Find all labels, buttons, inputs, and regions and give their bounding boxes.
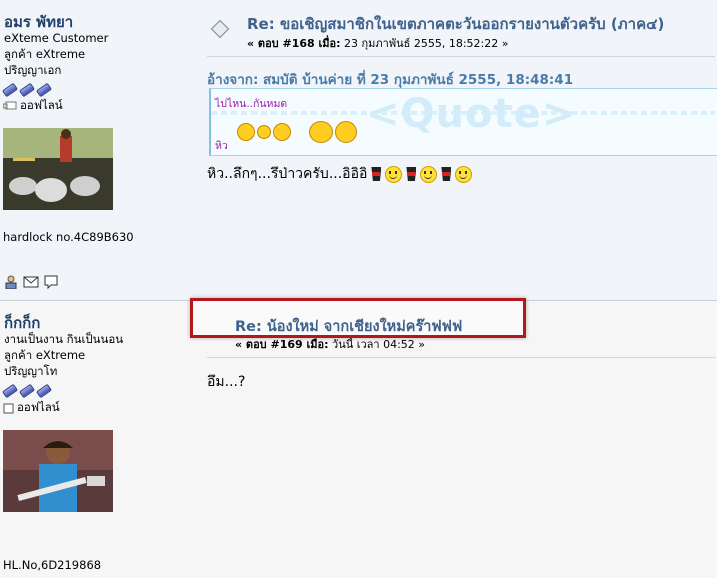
smiley-emoticon-icon [420,165,438,183]
online-status-label: ออฟไลน์ [17,400,60,414]
toast-emoticon-icon [335,121,357,143]
beer-emoticon-icon [257,125,271,139]
avatar [3,128,113,210]
cheers-emoticon-icon [273,123,291,141]
poster-group: ลูกค้า eXtreme [4,348,86,362]
poster-title: งานเป็นงาน กินเป็นนอน [4,332,124,346]
offline-icon [3,101,17,110]
message-text: อึม...? [207,374,246,390]
avatar [3,430,113,512]
email-icon[interactable] [23,275,39,289]
quote-text-line2: หิว [215,140,228,152]
quote-block: <Quote> ไปไหน..กันหมด หิว [209,88,717,156]
cheers-emoticon-icon [237,123,255,141]
online-status: ออฟไลน์ [3,97,63,115]
pepsi-emoticon-icon [406,167,417,181]
pepsi-emoticon-icon [441,167,452,181]
poster-action-icons [4,275,58,289]
pepsi-emoticon-icon [371,167,382,181]
quote-watermark: <Quote> [366,91,577,137]
divider [207,357,715,358]
rank-star-icon [35,82,53,98]
profile-icon[interactable] [4,275,18,289]
quote-emoticons [237,121,357,143]
highlighted-subject-box: Re: น้องใหม่ จากเชียงใหม่คร๊าฟฟฟ [190,298,526,338]
quote-text-line1: ไปไหน..กันหมด [215,98,288,110]
rank-star-icon [1,383,19,399]
rank-star-icon [18,383,36,399]
topic-icon [210,19,230,39]
poster-rank: ปริญญาเอก [4,63,62,77]
post-subject-link[interactable]: Re: น้องใหม่ จากเชียงใหม่คร๊าฟฟฟ [235,315,462,338]
poster-signature: HL.No,6D219868 [3,558,102,572]
private-message-icon[interactable] [44,275,58,289]
rank-stars [1,79,54,98]
rank-star-icon [1,82,19,98]
reply-number[interactable]: « ตอบ #169 เมื่อ: [235,338,329,351]
rank-star-icon [35,383,53,399]
quote-header[interactable]: อ้างจาก: สมบัติ บ้านค่าย ที่ 23 กุมภาพัน… [207,68,573,90]
online-status: ออฟไลน์ [3,399,60,417]
rank-stars [1,380,54,399]
post-date: วันนี้ เวลา 04:52 » [328,338,426,351]
poster-rank: ปริญญาโท [4,364,58,378]
forum-post-169: ก็กก็ก งานเป็นงาน กินเป็นนอน ลูกค้า eXtr… [0,301,717,578]
message-text: หิว..ลึกๆ...รึป่าวครับ...อิอิอิ [207,166,368,182]
forum-post-168: อมร พัทยา eXteme Customer ลูกค้า eXtreme… [0,0,717,301]
online-status-label: ออฟไลน์ [20,98,63,112]
divider [207,56,715,57]
reply-number[interactable]: « ตอบ #168 เมื่อ: [247,37,341,50]
rank-star-icon [18,82,36,98]
post-message: หิว..ลึกๆ...รึป่าวครับ...อิอิอิ [207,163,473,185]
post-message: อึม...? [207,371,245,393]
smiley-emoticon-icon [455,165,473,183]
toast-emoticon-icon [309,121,333,143]
post-date: 23 กุมภาพันธ์ 2555, 18:52:22 » [340,37,509,50]
poster-title: eXteme Customer [4,31,109,45]
poster-signature: hardlock no.4C89B630 [3,230,134,244]
poster-group: ลูกค้า eXtreme [4,47,86,61]
offline-icon [3,403,14,413]
post-subject-link[interactable]: Re: ขอเชิญสมาชิกในเขตภาคตะวันออกรายงานตั… [247,12,664,36]
post-meta: « ตอบ #168 เมื่อ: 23 กุมภาพันธ์ 2555, 18… [247,34,508,52]
smiley-emoticon-icon [385,165,403,183]
